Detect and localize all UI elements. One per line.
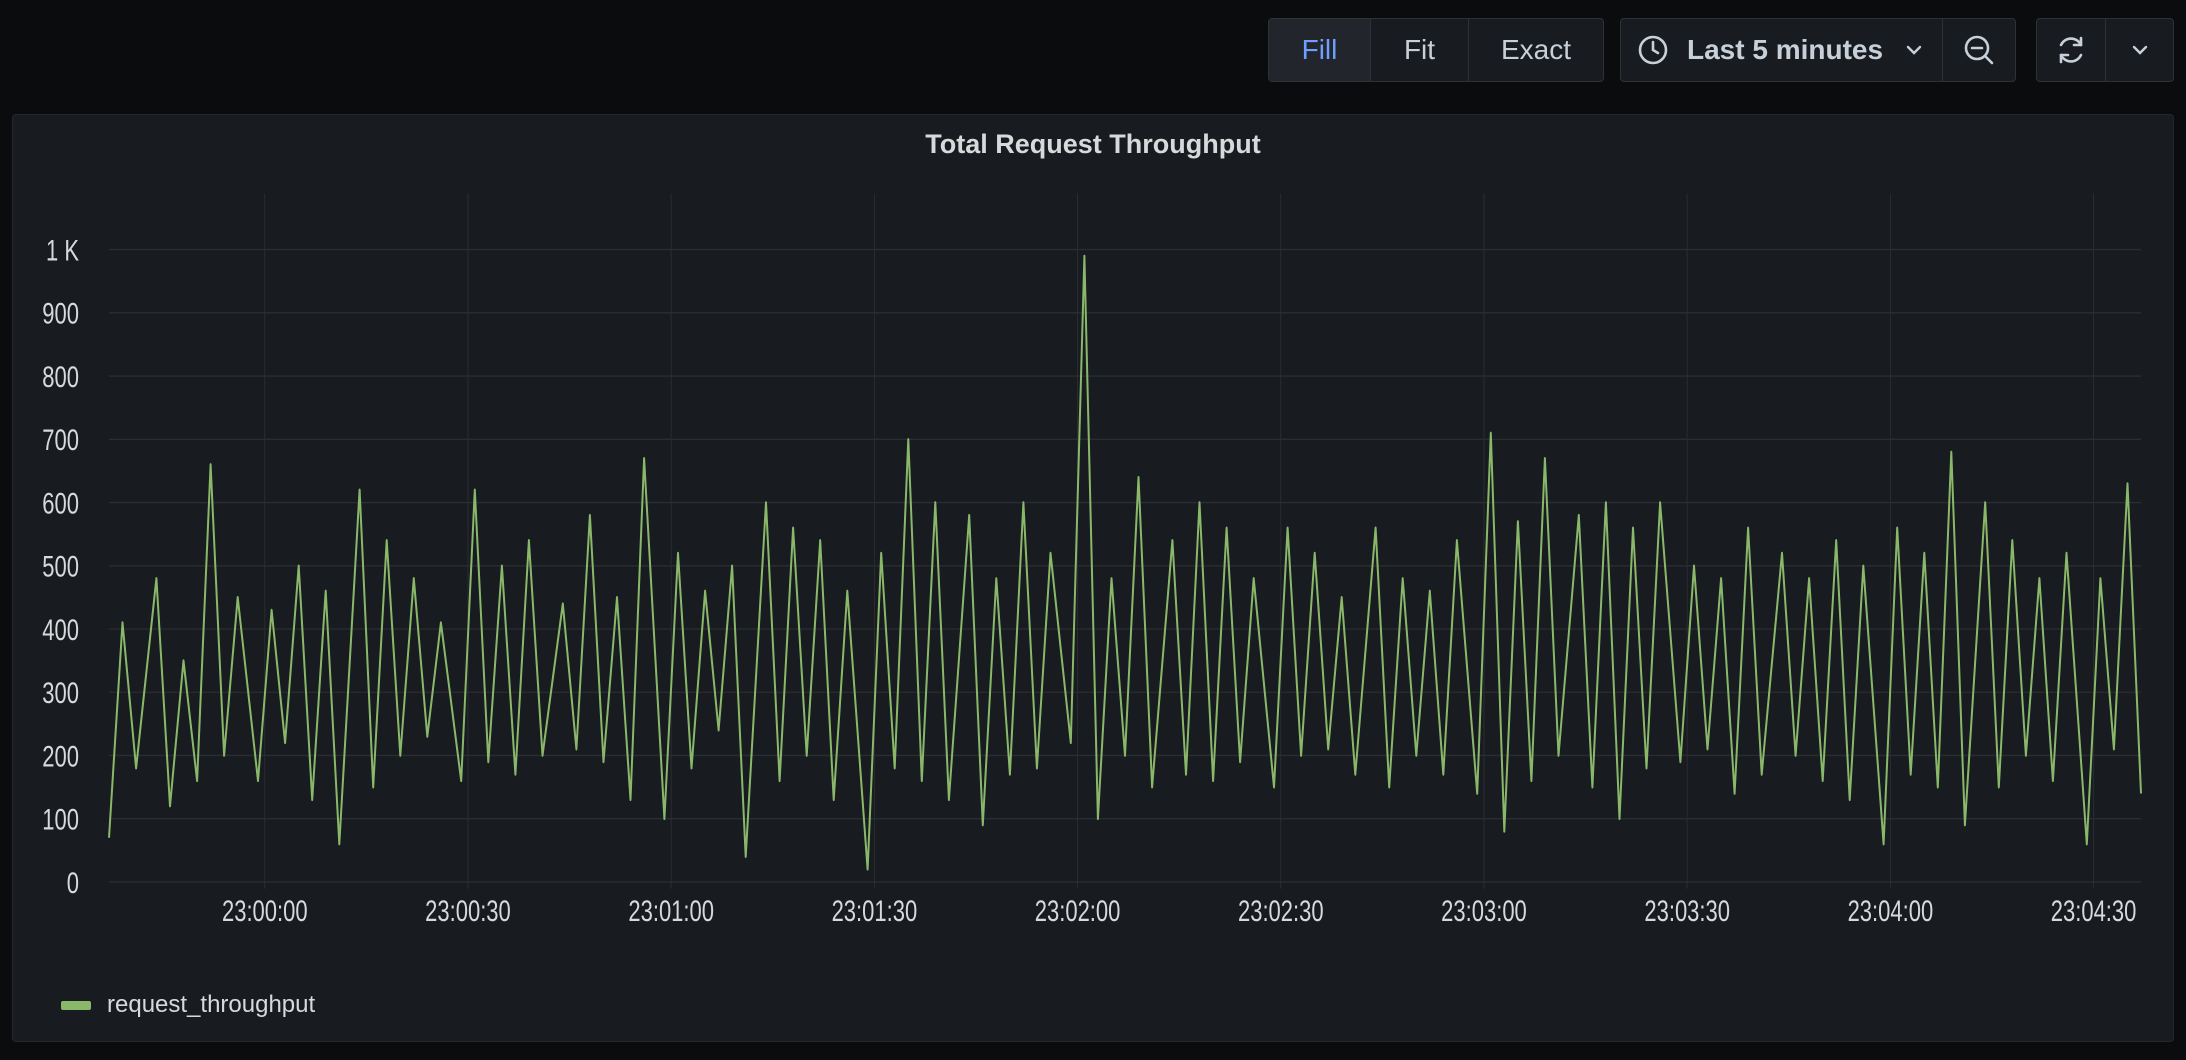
x-gridlines [264, 193, 2095, 889]
x-tick-label: 23:02:30 [1238, 894, 1324, 928]
zoom-out-button[interactable] [1943, 19, 2015, 81]
y-gridlines [109, 248, 2141, 883]
chevron-down-icon [1905, 44, 1923, 56]
x-tick-label: 23:04:00 [1848, 894, 1934, 928]
throughput-chart[interactable]: 0 100 200 300 400 500 600 700 800 900 1 K 23:00:00… [13, 115, 2173, 955]
x-tick-label: 23:00:00 [222, 894, 308, 928]
y-tick-label: 800 [42, 360, 79, 394]
legend-item-request-throughput[interactable]: request_throughput [107, 991, 315, 1019]
y-tick-label: 500 [42, 549, 79, 583]
x-tick-label: 23:00:30 [425, 894, 511, 928]
y-tick-label: 200 [42, 739, 79, 773]
refresh-icon [2054, 33, 2088, 67]
time-picker-group: Last 5 minutes [1620, 18, 2016, 82]
clock-icon [1637, 34, 1669, 66]
legend: request_throughput [61, 991, 315, 1019]
y-tick-label: 900 [42, 296, 79, 330]
series-line-request-throughput [108, 254, 2142, 871]
graph-panel: Total Request Throughput 0 100 200 300 400 50… [12, 114, 2174, 1042]
x-axis: 23:00:00 23:00:30 23:01:00 23:01:30 23:02:00… [222, 894, 2136, 928]
x-tick-label: 23:03:00 [1441, 894, 1527, 928]
x-tick-label: 23:01:30 [832, 894, 918, 928]
chevron-down-icon [2131, 44, 2149, 56]
dashboard-toolbar: Fill Fit Exact Last 5 minutes [0, 18, 2186, 82]
time-range-picker[interactable]: Last 5 minutes [1621, 19, 1944, 81]
y-tick-label: 700 [42, 423, 79, 457]
fit-button[interactable]: Fit [1371, 19, 1469, 81]
y-tick-label: 100 [42, 802, 79, 836]
x-tick-label: 23:01:00 [628, 894, 714, 928]
y-axis: 0 100 200 300 400 500 600 700 800 900 1 K [42, 233, 79, 899]
refresh-group [2036, 18, 2174, 82]
refresh-interval-dropdown[interactable] [2106, 19, 2173, 81]
y-tick-label: 600 [42, 486, 79, 520]
zoom-mode-group: Fill Fit Exact [1268, 18, 1604, 82]
y-tick-label: 0 [67, 865, 79, 899]
exact-button[interactable]: Exact [1469, 19, 1603, 81]
fill-button[interactable]: Fill [1269, 19, 1371, 81]
zoom-out-icon [1962, 33, 1996, 67]
y-tick-label: 300 [42, 676, 79, 710]
refresh-button[interactable] [2037, 19, 2106, 81]
y-tick-label: 1 K [46, 233, 79, 267]
x-tick-label: 23:02:00 [1035, 894, 1121, 928]
y-tick-label: 400 [42, 613, 79, 647]
x-tick-label: 23:04:30 [2051, 894, 2137, 928]
time-range-label: Last 5 minutes [1687, 34, 1884, 65]
legend-swatch [61, 1000, 91, 1010]
x-tick-label: 23:03:30 [1644, 894, 1730, 928]
